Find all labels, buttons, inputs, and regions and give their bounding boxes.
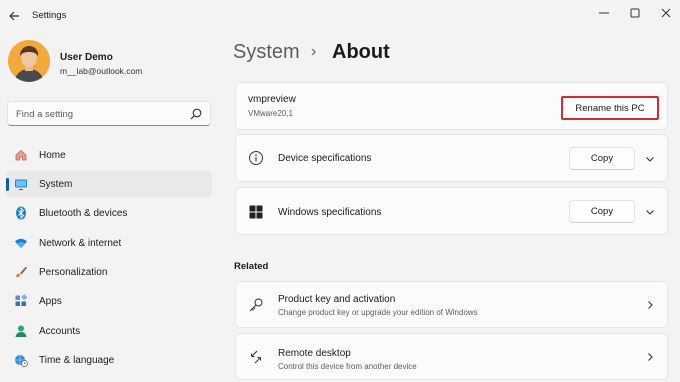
windows-logo-icon bbox=[249, 205, 263, 219]
sidebar-item-label: Network & internet bbox=[39, 238, 122, 249]
globe-clock-icon bbox=[15, 355, 28, 367]
app-title: Settings bbox=[32, 10, 67, 21]
related-item-subtitle: Change product key or upgrade your editi… bbox=[278, 308, 478, 317]
device-name: vmpreview bbox=[248, 94, 296, 105]
chevron-right-icon bbox=[648, 301, 653, 309]
search-icon bbox=[190, 108, 202, 120]
paintbrush-icon bbox=[16, 266, 27, 277]
sidebar-item-personalization[interactable]: Personalization bbox=[6, 259, 212, 285]
sidebar-item-label: Time & language bbox=[39, 355, 115, 366]
search-placeholder: Find a setting bbox=[16, 109, 74, 120]
sidebar-item-apps[interactable]: Apps bbox=[6, 288, 212, 314]
chevron-right-icon bbox=[648, 353, 653, 361]
bluetooth-icon bbox=[16, 206, 26, 220]
related-item-product-key[interactable]: Product key and activation Change produc… bbox=[235, 281, 668, 328]
breadcrumb-parent[interactable]: System bbox=[233, 41, 300, 64]
title-bar: Settings bbox=[0, 0, 680, 32]
sidebar-item-home[interactable]: Home bbox=[6, 142, 212, 168]
user-avatar-icon bbox=[8, 40, 50, 82]
minimize-icon bbox=[599, 12, 609, 14]
sidebar-item-label: Bluetooth & devices bbox=[39, 208, 128, 219]
sidebar-item-label: Personalization bbox=[39, 267, 108, 278]
close-button[interactable] bbox=[648, 2, 680, 24]
chevron-down-icon[interactable] bbox=[644, 206, 656, 218]
sidebar-item-time-language[interactable]: Time & language bbox=[6, 347, 212, 373]
sidebar-item-label: Home bbox=[39, 150, 66, 161]
sidebar-item-system[interactable]: System bbox=[6, 171, 212, 197]
key-icon bbox=[249, 298, 263, 312]
device-name-card: vmpreview VMware20,1 Rename this PC bbox=[235, 82, 668, 130]
avatar[interactable] bbox=[8, 40, 50, 82]
user-name: User Demo bbox=[60, 52, 113, 63]
info-icon bbox=[249, 151, 263, 165]
back-arrow-icon bbox=[9, 11, 19, 21]
related-item-title: Remote desktop bbox=[278, 348, 351, 359]
related-item-subtitle: Control this device from another device bbox=[278, 362, 417, 371]
monitor-icon bbox=[15, 179, 27, 190]
copy-windows-specs-button[interactable]: Copy bbox=[569, 200, 635, 223]
chevron-down-icon[interactable] bbox=[644, 153, 656, 165]
apps-icon bbox=[15, 294, 28, 306]
rename-pc-button[interactable]: Rename this PC bbox=[561, 96, 659, 120]
account-icon bbox=[15, 325, 27, 337]
breadcrumb-separator: › bbox=[311, 43, 317, 60]
search-input[interactable]: Find a setting bbox=[7, 101, 211, 126]
windows-specifications-title: Windows specifications bbox=[278, 207, 382, 218]
active-indicator bbox=[6, 178, 9, 191]
sidebar-item-label: Accounts bbox=[39, 326, 81, 337]
sidebar-item-bluetooth[interactable]: Bluetooth & devices bbox=[6, 200, 212, 226]
device-model: VMware20,1 bbox=[248, 109, 293, 118]
related-heading: Related bbox=[234, 261, 269, 272]
wifi-icon bbox=[15, 238, 27, 248]
sidebar-item-label: Apps bbox=[39, 296, 62, 307]
copy-device-specs-button[interactable]: Copy bbox=[569, 147, 635, 170]
page-title: About bbox=[332, 41, 390, 63]
back-button[interactable] bbox=[4, 6, 24, 26]
sidebar-item-label: System bbox=[39, 179, 73, 190]
related-item-remote-desktop[interactable]: Remote desktop Control this device from … bbox=[235, 333, 668, 380]
sidebar-item-accounts[interactable]: Accounts bbox=[6, 318, 212, 344]
home-icon bbox=[15, 149, 27, 161]
maximize-icon bbox=[630, 8, 640, 18]
related-item-title: Product key and activation bbox=[278, 294, 396, 305]
device-specifications-card[interactable]: Device specifications Copy bbox=[235, 134, 668, 182]
device-specifications-title: Device specifications bbox=[278, 153, 372, 164]
remote-desktop-icon bbox=[251, 350, 261, 364]
close-icon bbox=[661, 8, 671, 18]
windows-specifications-card[interactable]: Windows specifications Copy bbox=[235, 187, 668, 235]
user-email: m__lab@outlook.com bbox=[60, 66, 143, 76]
sidebar-item-network[interactable]: Network & internet bbox=[6, 230, 212, 256]
